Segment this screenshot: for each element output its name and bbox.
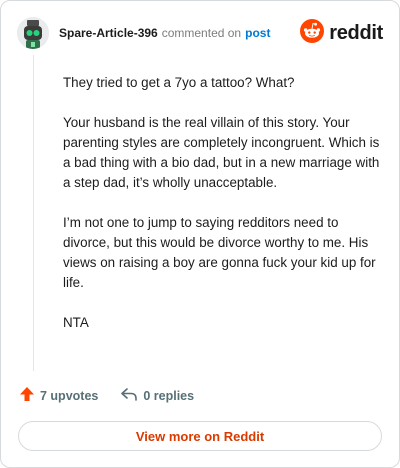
comment-meta: Spare-Article-396 commented on post <box>59 26 270 40</box>
view-more-button[interactable]: View more on Reddit <box>18 421 382 451</box>
thread-line <box>33 55 34 371</box>
upvote-button[interactable]: 7 upvotes <box>19 386 98 407</box>
post-link[interactable]: post <box>245 26 270 40</box>
brand-wordmark: reddit <box>329 21 383 44</box>
reddit-logo-icon <box>300 18 325 48</box>
comment-paragraph: NTA <box>63 315 89 330</box>
reddit-brand[interactable]: reddit <box>300 18 383 48</box>
comment-paragraph: They tried to get a 7yo a tattoo? What? <box>63 75 295 90</box>
comment-header: Spare-Article-396 commented on post redd… <box>17 15 383 51</box>
upvote-count: 7 upvotes <box>40 389 99 403</box>
reply-count: 0 replies <box>143 389 195 403</box>
comment-actions: 7 upvotes 0 replies <box>19 385 194 407</box>
reply-arrow-icon <box>120 386 138 407</box>
comment-paragraph: Your husband is the real villain of this… <box>63 115 380 190</box>
username-link[interactable]: Spare-Article-396 <box>59 26 158 40</box>
comment-card: Spare-Article-396 commented on post redd… <box>0 0 400 468</box>
commented-on-text: commented on <box>161 26 242 40</box>
upvote-arrow-icon <box>19 386 35 407</box>
reply-button[interactable]: 0 replies <box>120 386 194 407</box>
robot-avatar-icon[interactable] <box>17 17 49 49</box>
comment-body: They tried to get a 7yo a tattoo? What? … <box>63 73 381 353</box>
comment-paragraph: I’m not one to jump to saying redditors … <box>63 215 376 290</box>
